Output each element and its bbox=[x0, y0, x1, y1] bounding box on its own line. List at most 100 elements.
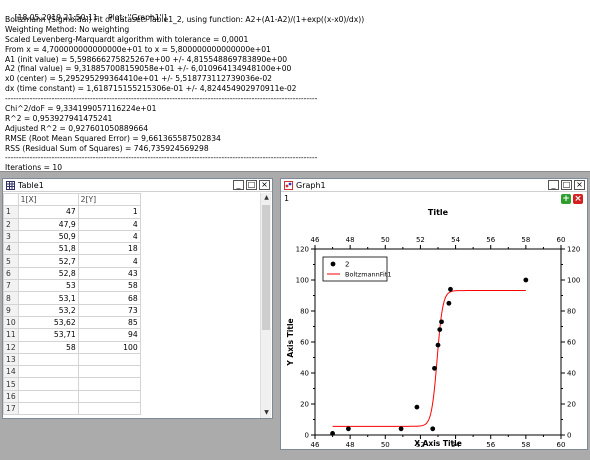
remove-layer-icon[interactable]: × bbox=[573, 194, 583, 204]
cell-y[interactable] bbox=[77, 352, 141, 367]
layer-button[interactable]: 1 bbox=[284, 194, 289, 203]
cell-y[interactable]: 85 bbox=[77, 315, 141, 330]
table-icon bbox=[6, 180, 15, 190]
cell-y[interactable]: 4 bbox=[77, 229, 141, 244]
row-number[interactable]: 13 bbox=[3, 352, 19, 367]
table-titlebar[interactable]: Table1 _ □ × bbox=[3, 179, 272, 192]
cell-y[interactable] bbox=[77, 365, 141, 379]
row-number[interactable]: 9 bbox=[3, 303, 19, 317]
cell-x[interactable]: 51,8 bbox=[17, 242, 79, 256]
column-header-x[interactable]: 1[X] bbox=[17, 193, 79, 207]
row-number[interactable]: 5 bbox=[3, 254, 19, 268]
cell-y[interactable]: 94 bbox=[77, 328, 141, 342]
table-row[interactable]: 12 58 100 bbox=[3, 340, 141, 354]
cell-y[interactable]: 73 bbox=[77, 303, 141, 317]
table-row[interactable]: 4 51,8 18 bbox=[3, 242, 141, 256]
table-row[interactable]: 13 bbox=[3, 352, 141, 367]
row-number[interactable]: 2 bbox=[3, 217, 19, 231]
data-grid[interactable]: 1[X] 2[Y] 1 47 1 2 47,9 4 3 50,9 4 4 51,8 18 5 52,7 4 6… bbox=[3, 193, 259, 418]
column-header-y[interactable]: 2[Y] bbox=[77, 193, 141, 207]
row-number[interactable]: 11 bbox=[3, 328, 19, 342]
cell-x[interactable]: 47,9 bbox=[17, 217, 79, 231]
table-row[interactable]: 9 53,2 73 bbox=[3, 303, 141, 317]
cell-x[interactable]: 53,62 bbox=[17, 315, 79, 330]
graph-window[interactable]: Graph1 _ □ × 46 46 48 48 50 50 52 52 54 54 56 56 58 5… bbox=[280, 178, 588, 450]
cell-y[interactable] bbox=[77, 389, 141, 404]
cell-x[interactable]: 58 bbox=[17, 340, 79, 354]
cell-y[interactable]: 4 bbox=[77, 217, 141, 231]
row-number[interactable]: 3 bbox=[3, 229, 19, 244]
x-tick-label-top: 54 bbox=[451, 236, 460, 244]
scroll-down-icon[interactable]: ▼ bbox=[261, 408, 272, 418]
row-number[interactable]: 12 bbox=[3, 340, 19, 354]
data-point bbox=[345, 426, 351, 432]
corner-cell[interactable] bbox=[3, 193, 19, 207]
minimize-button[interactable]: _ bbox=[548, 180, 559, 190]
row-number[interactable]: 4 bbox=[3, 242, 19, 256]
row-number[interactable]: 17 bbox=[3, 402, 19, 416]
table-window[interactable]: Table1 _ □ × 1[X] 2[Y] 1 47 1 2 47,9 4 3 50,9 4 4… bbox=[2, 178, 273, 419]
row-number[interactable]: 14 bbox=[3, 365, 19, 379]
cell-y[interactable]: 43 bbox=[77, 266, 141, 281]
table-row[interactable]: 10 53,62 85 bbox=[3, 315, 141, 330]
cell-x[interactable] bbox=[17, 352, 79, 367]
table-row[interactable]: 5 52,7 4 bbox=[3, 254, 141, 268]
cell-y[interactable]: 1 bbox=[77, 205, 141, 219]
cell-x[interactable]: 53,1 bbox=[17, 291, 79, 305]
cell-y[interactable]: 18 bbox=[77, 242, 141, 256]
cell-x[interactable] bbox=[17, 365, 79, 379]
log-line: R^2 = 0,953927941475241 bbox=[5, 113, 113, 123]
scroll-up-icon[interactable]: ▲ bbox=[261, 193, 272, 203]
cell-y[interactable]: 58 bbox=[77, 279, 141, 293]
cell-y[interactable] bbox=[77, 377, 141, 391]
table-scrollbar[interactable]: ▲ ▼ bbox=[260, 193, 271, 418]
cell-x[interactable]: 50,9 bbox=[17, 229, 79, 244]
results-log[interactable]: [18.05.2019 21:50:11 Plot: ''Graph1''] Bo… bbox=[0, 0, 590, 172]
cell-y[interactable]: 68 bbox=[77, 291, 141, 305]
cell-x[interactable]: 52,7 bbox=[17, 254, 79, 268]
table-row[interactable]: 16 bbox=[3, 389, 141, 404]
table-row[interactable]: 6 52,8 43 bbox=[3, 266, 141, 281]
table-row[interactable]: 1 47 1 bbox=[3, 205, 141, 219]
row-number[interactable]: 1 bbox=[3, 205, 19, 219]
cell-x[interactable] bbox=[17, 402, 79, 416]
data-point bbox=[398, 426, 404, 432]
close-button[interactable]: × bbox=[574, 180, 585, 190]
log-line: Boltzmann (Sigmoidal) Fit of dataset: Ta… bbox=[5, 15, 365, 24]
table-row[interactable]: 17 bbox=[3, 402, 141, 416]
graph-canvas[interactable]: 464648485050525254545656585860600 020 2040… bbox=[281, 193, 587, 449]
row-number[interactable]: 6 bbox=[3, 266, 19, 281]
table-row[interactable]: 8 53,1 68 bbox=[3, 291, 141, 305]
y-tick-label: 60 bbox=[300, 339, 309, 347]
row-number[interactable]: 7 bbox=[3, 279, 19, 293]
maximize-button[interactable]: □ bbox=[561, 180, 572, 190]
row-number[interactable]: 16 bbox=[3, 389, 19, 404]
cell-x[interactable]: 47 bbox=[17, 205, 79, 219]
close-button[interactable]: × bbox=[259, 180, 270, 190]
log-header: [18.05.2019 21:50:11 Plot: ''Graph1''] bbox=[5, 3, 585, 22]
row-number[interactable]: 8 bbox=[3, 291, 19, 305]
cell-x[interactable]: 52,8 bbox=[17, 266, 79, 281]
legend-marker-points bbox=[330, 261, 336, 267]
table-row[interactable]: 3 50,9 4 bbox=[3, 229, 141, 244]
table-row[interactable]: 2 47,9 4 bbox=[3, 217, 141, 231]
graph-titlebar[interactable]: Graph1 _ □ × bbox=[281, 179, 587, 192]
row-number[interactable]: 10 bbox=[3, 315, 19, 330]
cell-x[interactable]: 53 bbox=[17, 279, 79, 293]
maximize-button[interactable]: □ bbox=[246, 180, 257, 190]
table-row[interactable]: 15 bbox=[3, 377, 141, 391]
cell-y[interactable]: 100 bbox=[77, 340, 141, 354]
table-row[interactable]: 11 53,71 94 bbox=[3, 328, 141, 342]
scroll-thumb[interactable] bbox=[262, 205, 270, 330]
minimize-button[interactable]: _ bbox=[233, 180, 244, 190]
cell-x[interactable] bbox=[17, 377, 79, 391]
add-layer-icon[interactable]: + bbox=[561, 194, 571, 204]
cell-x[interactable] bbox=[17, 389, 79, 404]
cell-x[interactable]: 53,2 bbox=[17, 303, 79, 317]
cell-x[interactable]: 53,71 bbox=[17, 328, 79, 342]
row-number[interactable]: 15 bbox=[3, 377, 19, 391]
table-row[interactable]: 7 53 58 bbox=[3, 279, 141, 293]
cell-y[interactable] bbox=[77, 402, 141, 416]
cell-y[interactable]: 4 bbox=[77, 254, 141, 268]
table-row[interactable]: 14 bbox=[3, 365, 141, 379]
